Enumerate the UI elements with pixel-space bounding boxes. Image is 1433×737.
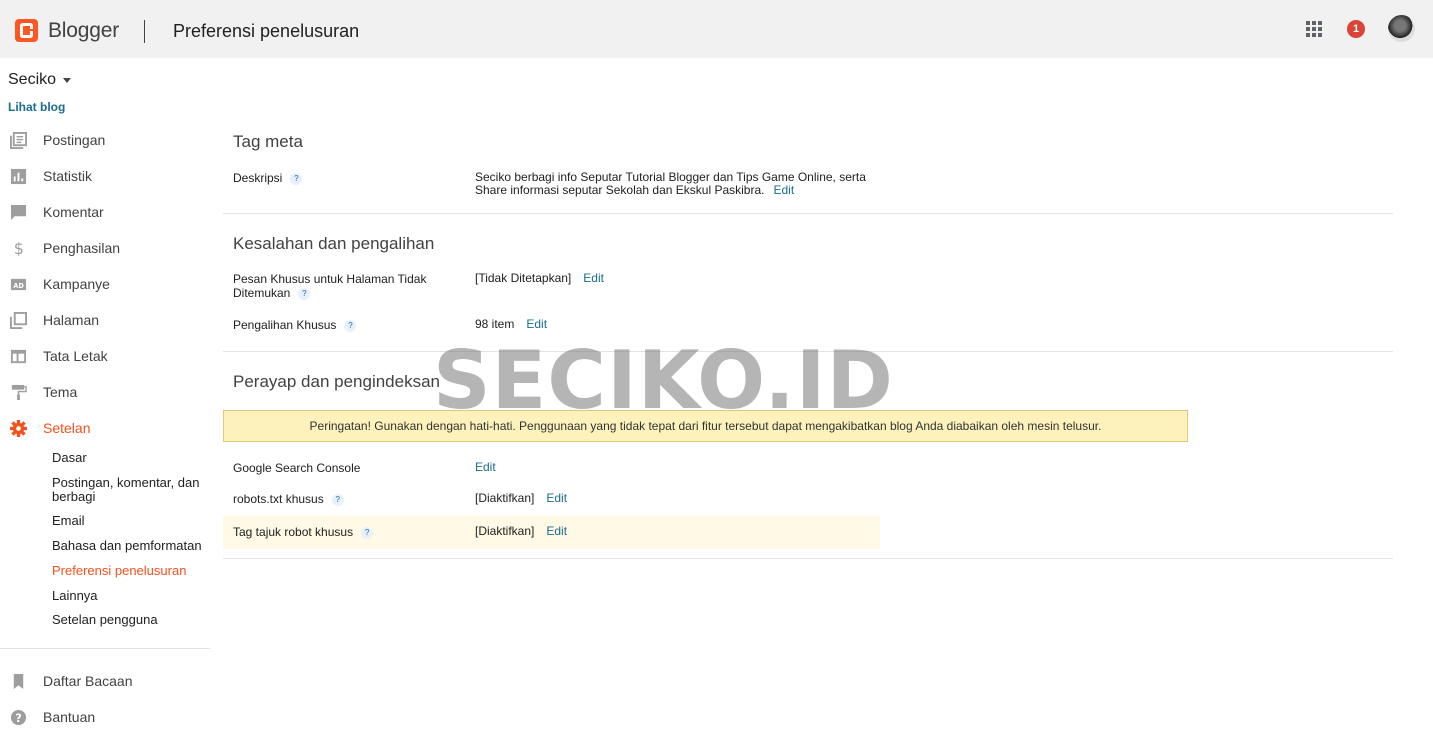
edit-description-link[interactable]: Edit bbox=[773, 183, 794, 197]
robots-label-text: robots.txt khusus bbox=[233, 492, 324, 506]
sub-item-lainnya[interactable]: Lainnya bbox=[52, 589, 207, 603]
description-line-2: Share informasi seputar Sekolah dan Eksk… bbox=[475, 184, 875, 197]
edit-notfound-link[interactable]: Edit bbox=[583, 271, 604, 285]
description-line-2-text: Share informasi seputar Sekolah dan Eksk… bbox=[475, 183, 765, 197]
sidebar-item-label: Penghasilan bbox=[43, 240, 121, 256]
notfound-label-line-2: Ditemukan? bbox=[233, 286, 443, 300]
layout-icon bbox=[10, 349, 27, 364]
notfound-label-line-1: Pesan Khusus untuk Halaman Tidak bbox=[233, 272, 427, 286]
edit-robots-link[interactable]: Edit bbox=[546, 491, 567, 505]
notfound-label: Pesan Khusus untuk Halaman Tidak Ditemuk… bbox=[233, 272, 443, 300]
avatar[interactable] bbox=[1388, 15, 1415, 42]
sidebar-item-penghasilan[interactable]: $ Penghasilan bbox=[0, 232, 210, 264]
sidebar-item-bantuan[interactable]: ? Bantuan bbox=[0, 701, 210, 733]
sidebar-item-halaman[interactable]: Halaman bbox=[0, 304, 210, 336]
robots-label: robots.txt khusus? bbox=[233, 492, 344, 506]
notfound-label-line-2-text: Ditemukan bbox=[233, 286, 291, 300]
section-title-errors: Kesalahan dan pengalihan bbox=[233, 234, 435, 253]
sidebar-item-label: Postingan bbox=[43, 132, 106, 148]
gear-icon bbox=[10, 420, 27, 437]
view-blog-link[interactable]: Lihat blog bbox=[8, 100, 65, 114]
sidebar-item-komentar[interactable]: Komentar bbox=[0, 196, 210, 228]
gsc-value: Edit bbox=[475, 461, 496, 474]
sub-item-setelan-pengguna[interactable]: Setelan pengguna bbox=[52, 613, 207, 627]
stats-icon bbox=[10, 168, 27, 185]
sidebar-item-label: Komentar bbox=[43, 204, 104, 220]
robots-value: [Diaktifkan] Edit bbox=[475, 492, 567, 505]
robots-value-text: [Diaktifkan] bbox=[475, 491, 535, 505]
svg-text:AD: AD bbox=[13, 282, 24, 290]
svg-text:?: ? bbox=[15, 711, 22, 725]
edit-robot-tags-link[interactable]: Edit bbox=[546, 524, 567, 538]
sub-item-postingan-komentar[interactable]: Postingan, komentar, dan berbagi bbox=[52, 476, 207, 504]
robot-tags-label-text: Tag tajuk robot khusus bbox=[233, 525, 354, 539]
redirect-label: Pengalihan Khusus? bbox=[233, 318, 357, 332]
redirect-value: 98 item Edit bbox=[475, 318, 547, 331]
sidebar-divider bbox=[0, 648, 210, 649]
robot-tags-value: [Diaktifkan] Edit bbox=[475, 525, 567, 538]
edit-gsc-link[interactable]: Edit bbox=[475, 460, 496, 474]
dollar-icon: $ bbox=[14, 240, 24, 257]
help-icon[interactable]: ? bbox=[290, 172, 303, 185]
sidebar-item-label: Tema bbox=[43, 384, 78, 400]
sidebar-item-tata-letak[interactable]: Tata Letak bbox=[0, 340, 210, 372]
edit-redirect-link[interactable]: Edit bbox=[526, 317, 547, 331]
sidebar-item-statistik[interactable]: Statistik bbox=[0, 160, 210, 192]
caret-down-icon[interactable] bbox=[63, 78, 71, 83]
pages-icon bbox=[10, 312, 27, 329]
sub-item-preferensi-penelusuran[interactable]: Preferensi penelusuran bbox=[52, 564, 207, 578]
notfound-value: [Tidak Ditetapkan] Edit bbox=[475, 272, 604, 285]
sidebar-item-label: Setelan bbox=[43, 420, 91, 436]
bookmark-icon bbox=[13, 673, 24, 690]
ad-icon: AD bbox=[10, 278, 27, 291]
logo-text[interactable]: Blogger bbox=[48, 19, 119, 43]
sidebar-item-label: Kampanye bbox=[43, 276, 110, 292]
redirect-value-text: 98 item bbox=[475, 317, 515, 331]
paint-roller-icon bbox=[11, 384, 27, 401]
section-divider bbox=[223, 213, 1393, 214]
top-bar: Blogger Preferensi penelusuran 1 bbox=[0, 0, 1433, 58]
help-icon[interactable]: ? bbox=[298, 287, 311, 300]
posts-icon bbox=[10, 132, 27, 149]
sidebar-item-setelan[interactable]: Setelan bbox=[0, 412, 210, 444]
sidebar-item-label: Halaman bbox=[43, 312, 100, 328]
sidebar-item-daftar-bacaan[interactable]: Daftar Bacaan bbox=[0, 665, 210, 697]
sub-item-dasar[interactable]: Dasar bbox=[52, 451, 207, 465]
apps-grid-icon[interactable] bbox=[1306, 21, 1322, 37]
sidebar-item-postingan[interactable]: Postingan bbox=[0, 124, 210, 156]
sub-item-email[interactable]: Email bbox=[52, 514, 207, 528]
page-title: Preferensi penelusuran bbox=[173, 21, 360, 41]
section-title-crawl: Perayap dan pengindeksan bbox=[233, 372, 440, 391]
sidebar-item-label: Tata Letak bbox=[43, 348, 108, 364]
help-icon[interactable]: ? bbox=[331, 493, 344, 506]
robot-tags-label: Tag tajuk robot khusus? bbox=[233, 525, 374, 539]
svg-text:$: $ bbox=[14, 240, 24, 257]
help-icon: ? bbox=[10, 709, 27, 726]
help-icon[interactable]: ? bbox=[344, 319, 357, 332]
notfound-value-text: [Tidak Ditetapkan] bbox=[475, 271, 572, 285]
sidebar-item-kampanye[interactable]: AD Kampanye bbox=[0, 268, 210, 300]
gsc-label: Google Search Console bbox=[233, 461, 361, 475]
description-value: Seciko berbagi info Seputar Tutorial Blo… bbox=[475, 171, 875, 197]
help-icon[interactable]: ? bbox=[361, 526, 374, 539]
sidebar-item-tema[interactable]: Tema bbox=[0, 376, 210, 408]
description-label: Deskripsi? bbox=[233, 171, 303, 185]
sidebar-item-label: Daftar Bacaan bbox=[43, 673, 133, 689]
section-title-meta: Tag meta bbox=[233, 132, 303, 151]
section-divider bbox=[223, 558, 1393, 559]
notification-badge[interactable]: 1 bbox=[1347, 20, 1365, 38]
sidebar-item-label: Statistik bbox=[43, 168, 93, 184]
description-label-text: Deskripsi bbox=[233, 171, 283, 185]
blog-name-selector[interactable]: Seciko bbox=[8, 71, 56, 89]
comment-icon bbox=[10, 204, 27, 221]
blogger-logo-icon[interactable] bbox=[15, 19, 38, 42]
watermark-text: SECIKO.ID bbox=[433, 334, 894, 427]
sidebar-item-label: Bantuan bbox=[43, 709, 96, 725]
sub-item-bahasa[interactable]: Bahasa dan pemformatan bbox=[52, 539, 207, 553]
redirect-label-text: Pengalihan Khusus bbox=[233, 318, 337, 332]
header-divider bbox=[144, 20, 145, 43]
robot-tags-value-text: [Diaktifkan] bbox=[475, 524, 535, 538]
